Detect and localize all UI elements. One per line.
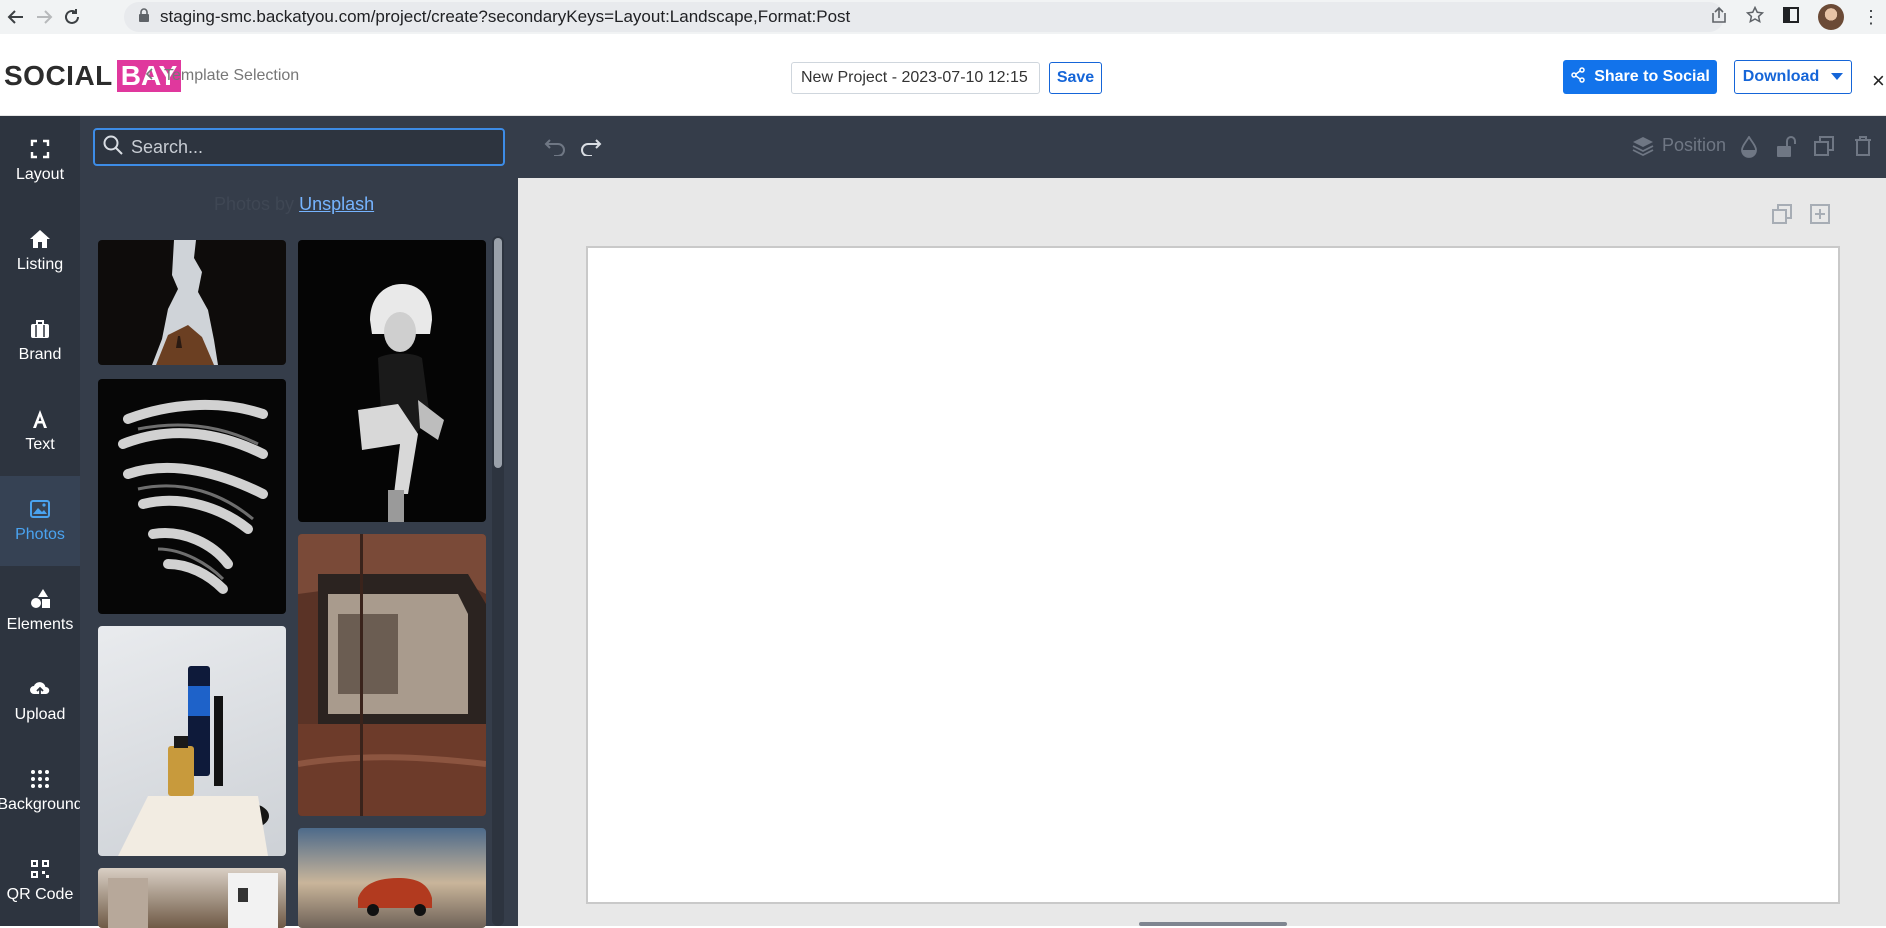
- add-page-icon[interactable]: [1810, 204, 1830, 229]
- trash-icon[interactable]: [1854, 136, 1872, 162]
- opacity-drop-icon[interactable]: [1740, 135, 1758, 164]
- design-artboard[interactable]: [586, 246, 1840, 904]
- profile-avatar[interactable]: [1818, 4, 1844, 30]
- chevron-left-icon: [145, 67, 154, 85]
- photo-thumbnail-vintage-car[interactable]: [298, 534, 486, 816]
- search-box[interactable]: [93, 128, 505, 166]
- rail-item-layout[interactable]: Layout: [0, 116, 80, 206]
- share-page-icon[interactable]: [1710, 6, 1728, 29]
- search-input[interactable]: [131, 136, 491, 158]
- rail-item-brand[interactable]: Brand: [0, 296, 80, 386]
- position-button[interactable]: Position: [1662, 135, 1726, 156]
- download-button[interactable]: Download: [1734, 60, 1852, 94]
- share-to-social-button[interactable]: Share to Social: [1563, 60, 1717, 94]
- home-icon: [29, 228, 51, 250]
- fullscreen-icon: [30, 138, 50, 160]
- download-label: Download: [1742, 68, 1820, 85]
- url-text: staging-smc.backatyou.com/project/create…: [160, 7, 851, 26]
- dots-grid-icon: [30, 768, 50, 790]
- layers-icon[interactable]: [1632, 136, 1654, 162]
- search-icon: [103, 135, 123, 160]
- panel-scrollbar[interactable]: [492, 236, 504, 926]
- photo-thumbnail-cosmetics[interactable]: [98, 626, 286, 856]
- rail-item-photos[interactable]: Photos: [0, 476, 80, 566]
- briefcase-icon: [30, 318, 50, 340]
- photo-thumbnail-woman-portrait[interactable]: [298, 240, 486, 522]
- photo-thumbnail-cave[interactable]: [98, 240, 286, 365]
- qr-code-icon: [31, 858, 49, 880]
- scrollbar-thumb[interactable]: [494, 238, 502, 468]
- side-panel-icon[interactable]: [1782, 6, 1800, 29]
- photo-credit: Photos by Unsplash: [214, 194, 375, 214]
- share-label: Share to Social: [1594, 68, 1710, 85]
- breadcrumb-label: Template Selection: [164, 67, 300, 84]
- caret-down-icon: [1831, 68, 1844, 86]
- save-button[interactable]: Save: [1049, 62, 1102, 94]
- app-header: SOCIAL BAY Template Selection Save Share…: [0, 34, 1886, 116]
- unsplash-link[interactable]: Unsplash: [299, 194, 374, 214]
- browser-toolbar: staging-smc.backatyou.com/project/create…: [0, 0, 1886, 34]
- rail-item-upload[interactable]: Upload: [0, 656, 80, 746]
- share-icon: [1570, 66, 1586, 88]
- image-icon: [30, 498, 50, 520]
- rail-item-background[interactable]: Background: [0, 746, 83, 836]
- project-name-input[interactable]: [791, 62, 1040, 94]
- duplicate-icon[interactable]: [1814, 136, 1834, 162]
- shapes-icon: [29, 588, 51, 610]
- text-icon: [30, 408, 50, 430]
- rail-item-elements[interactable]: Elements: [0, 566, 80, 656]
- rail-item-listing[interactable]: Listing: [0, 206, 80, 296]
- lock-icon: [138, 7, 150, 27]
- redo-icon[interactable]: [580, 136, 602, 162]
- reload-icon[interactable]: [58, 3, 86, 31]
- undo-icon[interactable]: [544, 136, 566, 162]
- photo-thumbnail-red-car[interactable]: [298, 828, 486, 928]
- rail-item-qr-code[interactable]: QR Code: [0, 836, 80, 926]
- cloud-upload-icon: [29, 678, 51, 700]
- forward-icon[interactable]: [30, 3, 58, 31]
- photo-thumbnail-brush-stroke[interactable]: [98, 379, 286, 614]
- duplicate-page-icon[interactable]: [1772, 204, 1792, 229]
- close-editor-button[interactable]: ×: [1872, 68, 1885, 94]
- back-icon[interactable]: [2, 3, 30, 31]
- bottom-scroll-handle[interactable]: [1139, 922, 1287, 926]
- address-bar[interactable]: staging-smc.backatyou.com/project/create…: [124, 2, 1724, 32]
- photos-panel: Photos by Unsplash: [80, 116, 518, 928]
- tool-rail: Layout Listing Brand Text Photos Element…: [0, 116, 83, 926]
- unlock-icon[interactable]: [1776, 136, 1796, 164]
- rail-item-text[interactable]: Text: [0, 386, 80, 476]
- bookmark-star-icon[interactable]: [1745, 5, 1765, 29]
- breadcrumb-back[interactable]: Template Selection: [145, 67, 300, 85]
- photo-thumbnail-street[interactable]: [98, 868, 286, 928]
- kebab-menu-icon[interactable]: ⋮: [1862, 7, 1880, 28]
